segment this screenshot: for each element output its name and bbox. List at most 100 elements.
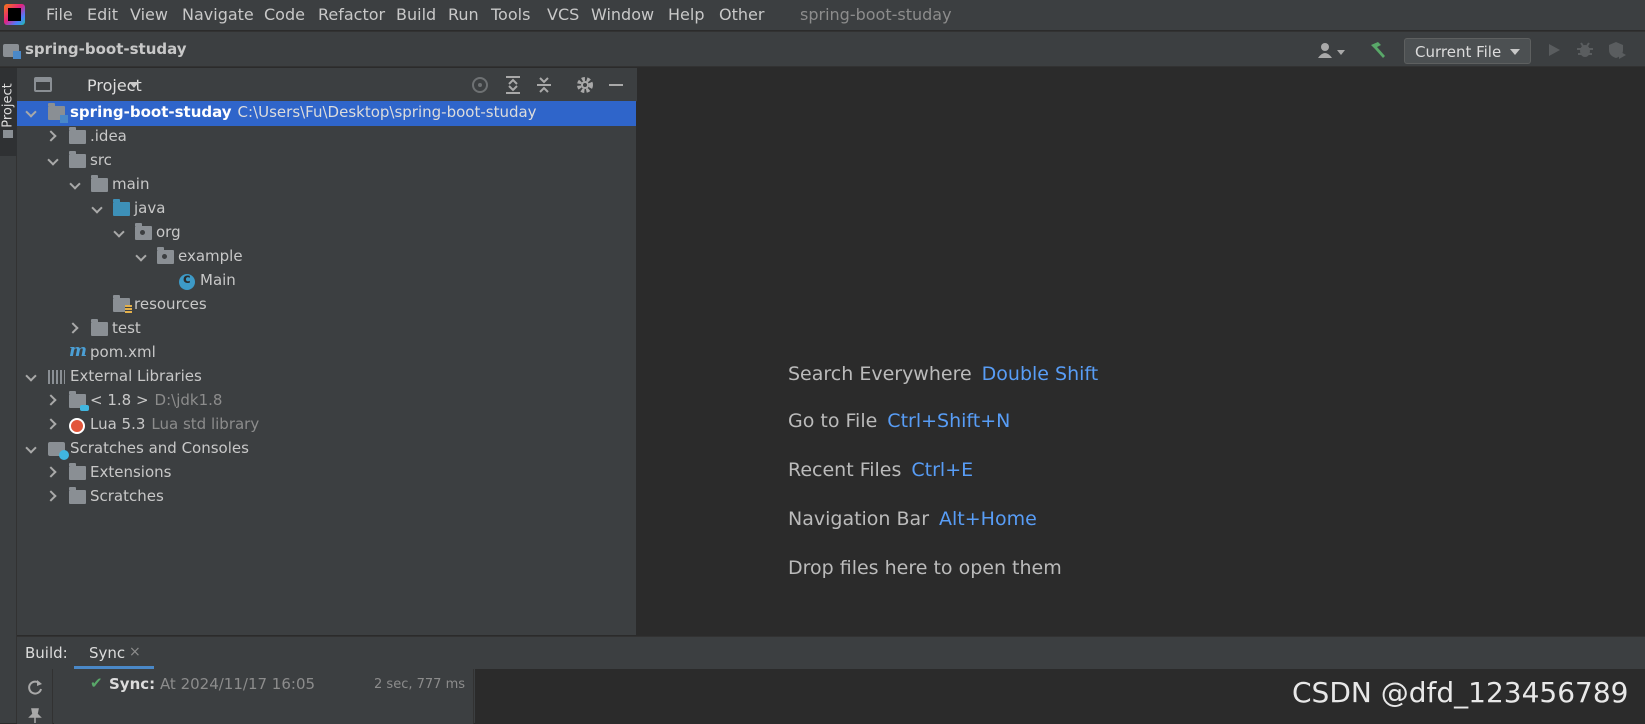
tree-item-test[interactable]: test bbox=[17, 317, 636, 342]
menu-run[interactable]: Run bbox=[448, 5, 479, 24]
tab-sync[interactable]: Sync bbox=[89, 644, 125, 662]
resources-folder-icon bbox=[113, 295, 132, 314]
collapse-all-icon[interactable] bbox=[534, 75, 554, 95]
menu-build[interactable]: Build bbox=[396, 5, 436, 24]
chevron-right-icon[interactable] bbox=[67, 322, 79, 334]
jdk-icon bbox=[69, 391, 89, 411]
chevron-right-icon[interactable] bbox=[45, 418, 57, 430]
close-tab-icon[interactable]: × bbox=[129, 644, 141, 660]
coverage-icon[interactable] bbox=[1607, 41, 1627, 59]
module-folder-icon bbox=[48, 103, 68, 123]
menu-window[interactable]: Window bbox=[591, 5, 654, 24]
tree-item-label: resources bbox=[134, 295, 207, 313]
chevron-down-icon[interactable] bbox=[25, 442, 37, 454]
tree-item-extensions[interactable]: Extensions bbox=[17, 461, 636, 486]
tree-item-label: spring-boot-studay C:\Users\Fu\Desktop\sp… bbox=[70, 103, 537, 121]
tree-item-main[interactable]: main bbox=[17, 173, 636, 198]
tree-item-label: java bbox=[134, 199, 166, 217]
tree-item-label: src bbox=[90, 151, 112, 169]
tree-item-java[interactable]: java bbox=[17, 197, 636, 222]
build-hammer-icon[interactable] bbox=[1368, 40, 1388, 60]
project-panel: Project spring-boot-studay C:\Users\Fu\De… bbox=[17, 68, 637, 635]
shortcut-key: Ctrl+E bbox=[911, 459, 974, 481]
menu-view[interactable]: View bbox=[130, 5, 168, 24]
tree-item-pom[interactable]: m pom.xml bbox=[17, 341, 636, 366]
tree-item-main-class[interactable]: Main bbox=[17, 269, 636, 294]
tree-item-scratches-consoles[interactable]: Scratches and Consoles bbox=[17, 437, 636, 462]
chevron-right-icon[interactable] bbox=[45, 466, 57, 478]
build-result-entry[interactable]: Sync: At 2024/11/17 16:05 bbox=[109, 675, 315, 693]
chevron-down-icon[interactable] bbox=[25, 106, 37, 118]
refresh-icon[interactable] bbox=[26, 678, 44, 696]
tree-item-label: Scratches and Consoles bbox=[70, 439, 249, 457]
menu-vcs[interactable]: VCS bbox=[547, 5, 579, 24]
maven-icon: m bbox=[69, 341, 87, 361]
navigation-bar: spring-boot-studay Current File bbox=[0, 31, 1645, 67]
user-account-icon[interactable] bbox=[1317, 42, 1349, 60]
class-icon bbox=[179, 272, 195, 290]
menu-file[interactable]: File bbox=[46, 5, 73, 24]
menu-edit[interactable]: Edit bbox=[87, 5, 118, 24]
tree-item-lua[interactable]: Lua 5.3 Lua std library bbox=[17, 413, 636, 438]
package-icon bbox=[135, 223, 152, 240]
project-view-icon bbox=[34, 77, 52, 92]
left-tool-window-strip bbox=[0, 68, 17, 723]
expand-all-icon[interactable] bbox=[503, 75, 523, 95]
menu-navigate[interactable]: Navigate bbox=[182, 5, 254, 24]
chevron-right-icon[interactable] bbox=[45, 490, 57, 502]
tree-item-label: External Libraries bbox=[70, 367, 202, 385]
chevron-right-icon[interactable] bbox=[45, 394, 57, 406]
intellij-logo-icon[interactable] bbox=[4, 4, 25, 25]
run-icon[interactable] bbox=[1546, 42, 1562, 58]
folder-icon bbox=[69, 127, 86, 144]
hint-go-to-file: Go to File Ctrl+Shift+N bbox=[788, 410, 1011, 432]
tree-item-org[interactable]: org bbox=[17, 221, 636, 246]
locate-target-icon[interactable] bbox=[470, 75, 490, 95]
folder-icon bbox=[91, 175, 108, 192]
tree-item-idea[interactable]: .idea bbox=[17, 125, 636, 150]
gear-icon[interactable] bbox=[575, 75, 595, 95]
tree-item-label: org bbox=[156, 223, 181, 241]
folder-icon bbox=[69, 151, 86, 168]
build-header: Build: Sync × bbox=[17, 637, 1645, 669]
chevron-down-icon[interactable] bbox=[47, 154, 59, 166]
tree-item-label: test bbox=[112, 319, 141, 337]
pin-icon[interactable] bbox=[27, 707, 43, 723]
menu-help[interactable]: Help bbox=[668, 5, 704, 24]
chevron-down-icon[interactable] bbox=[91, 202, 103, 214]
chevron-down-icon[interactable] bbox=[25, 370, 37, 382]
menu-other[interactable]: Other bbox=[719, 5, 764, 24]
source-folder-icon bbox=[113, 199, 130, 216]
chevron-down-icon[interactable] bbox=[69, 178, 81, 190]
module-icon bbox=[3, 44, 21, 59]
chevron-down-icon[interactable] bbox=[129, 82, 139, 88]
menu-code[interactable]: Code bbox=[264, 5, 305, 24]
minimize-icon[interactable] bbox=[606, 75, 626, 95]
tree-item-label: Main bbox=[200, 271, 236, 289]
tree-item-jdk[interactable]: < 1.8 > D:\jdk1.8 bbox=[17, 389, 636, 414]
tree-item-project-root[interactable]: spring-boot-studay C:\Users\Fu\Desktop\sp… bbox=[17, 101, 636, 126]
debug-icon[interactable] bbox=[1576, 41, 1594, 59]
shortcut-key: Ctrl+Shift+N bbox=[887, 410, 1011, 432]
tree-item-external-libraries[interactable]: External Libraries bbox=[17, 365, 636, 390]
build-results-list: ✔ Sync: At 2024/11/17 16:05 2 sec, 777 m… bbox=[54, 669, 474, 724]
shortcut-key: Alt+Home bbox=[939, 508, 1037, 530]
menu-tools[interactable]: Tools bbox=[491, 5, 530, 24]
folder-icon bbox=[69, 487, 86, 504]
tree-item-example[interactable]: example bbox=[17, 245, 636, 270]
chevron-down-icon[interactable] bbox=[113, 226, 125, 238]
folder-icon[interactable] bbox=[3, 130, 13, 138]
menu-refactor[interactable]: Refactor bbox=[318, 5, 385, 24]
breadcrumb-project[interactable]: spring-boot-studay bbox=[25, 40, 187, 58]
chevron-right-icon[interactable] bbox=[45, 130, 57, 142]
menu-bar: File Edit View Navigate Code Refactor Bu… bbox=[0, 0, 1645, 30]
project-tool-tab[interactable]: Project bbox=[0, 68, 17, 156]
run-configuration-select[interactable]: Current File bbox=[1404, 38, 1531, 64]
run-configuration-label: Current File bbox=[1415, 43, 1502, 61]
tree-item-resources[interactable]: resources bbox=[17, 293, 636, 318]
chevron-down-icon[interactable] bbox=[135, 250, 147, 262]
tree-item-scratches[interactable]: Scratches bbox=[17, 485, 636, 510]
tree-item-src[interactable]: src bbox=[17, 149, 636, 174]
project-panel-header: Project bbox=[17, 68, 637, 102]
editor-empty-area: Search Everywhere Double Shift Go to File… bbox=[638, 68, 1645, 635]
